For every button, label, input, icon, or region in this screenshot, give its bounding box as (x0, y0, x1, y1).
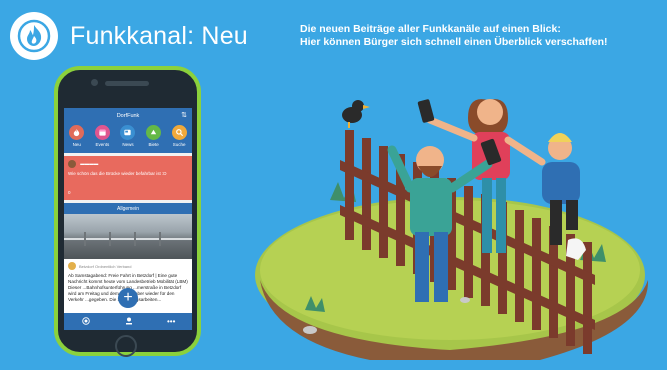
add-post-button[interactable]: + (118, 288, 138, 308)
sort-icon[interactable]: ⇅ (181, 111, 187, 119)
phone-mockup: DorfFunk ⇅ Neu Events News Biete Suche ▬… (54, 66, 201, 357)
signal-icon[interactable] (81, 316, 91, 328)
nav-item-events[interactable]: Events (91, 125, 113, 147)
nav-label: Suche (172, 142, 186, 147)
bird (342, 100, 370, 128)
newspaper-icon (120, 125, 136, 140)
app-title: DorfFunk (116, 112, 140, 119)
app-screen: DorfFunk ⇅ Neu Events News Biete Suche ▬… (64, 108, 192, 330)
more-icon[interactable]: ••• (167, 317, 175, 326)
railing-post (109, 232, 111, 246)
tab-bar: ••• (64, 313, 192, 330)
nav-label: Events (95, 142, 110, 147)
hand-icon (146, 125, 162, 140)
comment-count: 0 (68, 190, 71, 195)
nav-label: Biete (148, 142, 159, 147)
nav-label: Neu (72, 142, 81, 147)
fire-icon (69, 125, 85, 140)
post-author-placeholder: ▬▬▬▬ (80, 161, 99, 166)
description-line-2: Hier können Bürger sich schnell einen Üb… (300, 36, 608, 48)
nav-item-biete[interactable]: Biete (143, 125, 165, 147)
post-image (64, 214, 192, 259)
nav-label: News (122, 142, 134, 147)
user-pin-icon[interactable] (124, 316, 134, 328)
nav-item-suche[interactable]: Suche (168, 125, 190, 147)
avatar (68, 262, 76, 270)
home-button (115, 335, 137, 357)
calendar-icon (94, 125, 110, 140)
railing-post (134, 232, 136, 246)
railing-post (84, 232, 86, 246)
nav-item-neu[interactable]: Neu (66, 125, 88, 147)
avatar (68, 160, 76, 168)
promo-slide: Funkkanal: Neu Die neuen Beiträge aller … (0, 0, 667, 370)
railing-post (159, 232, 161, 246)
page-description: Die neuen Beiträge aller Funkkanäle auf … (300, 23, 640, 49)
phone-speaker (105, 81, 149, 86)
page-title: Funkkanal: Neu (70, 22, 248, 50)
description-line-1: Die neuen Beiträge aller Funkkanäle auf … (300, 23, 561, 35)
community-illustration (255, 99, 649, 360)
post-card[interactable]: ▬▬▬▬ Wie schön das die Brücke wieder bef… (64, 156, 192, 200)
fire-logo-icon (10, 12, 58, 60)
category-nav: Neu Events News Biete Suche (64, 123, 192, 153)
post-meta: Betzdorf Ordnentlich Verband (64, 259, 192, 270)
nav-item-news[interactable]: News (117, 125, 139, 147)
app-bar: DorfFunk ⇅ (64, 108, 192, 123)
search-icon (171, 125, 187, 140)
phone-camera (91, 79, 98, 86)
post-message: Wie schön das die Brücke wieder befahrba… (68, 171, 167, 176)
post-author: Betzdorf Ordnentlich Verband (79, 263, 132, 269)
channel-header[interactable]: Allgemein (64, 203, 192, 214)
